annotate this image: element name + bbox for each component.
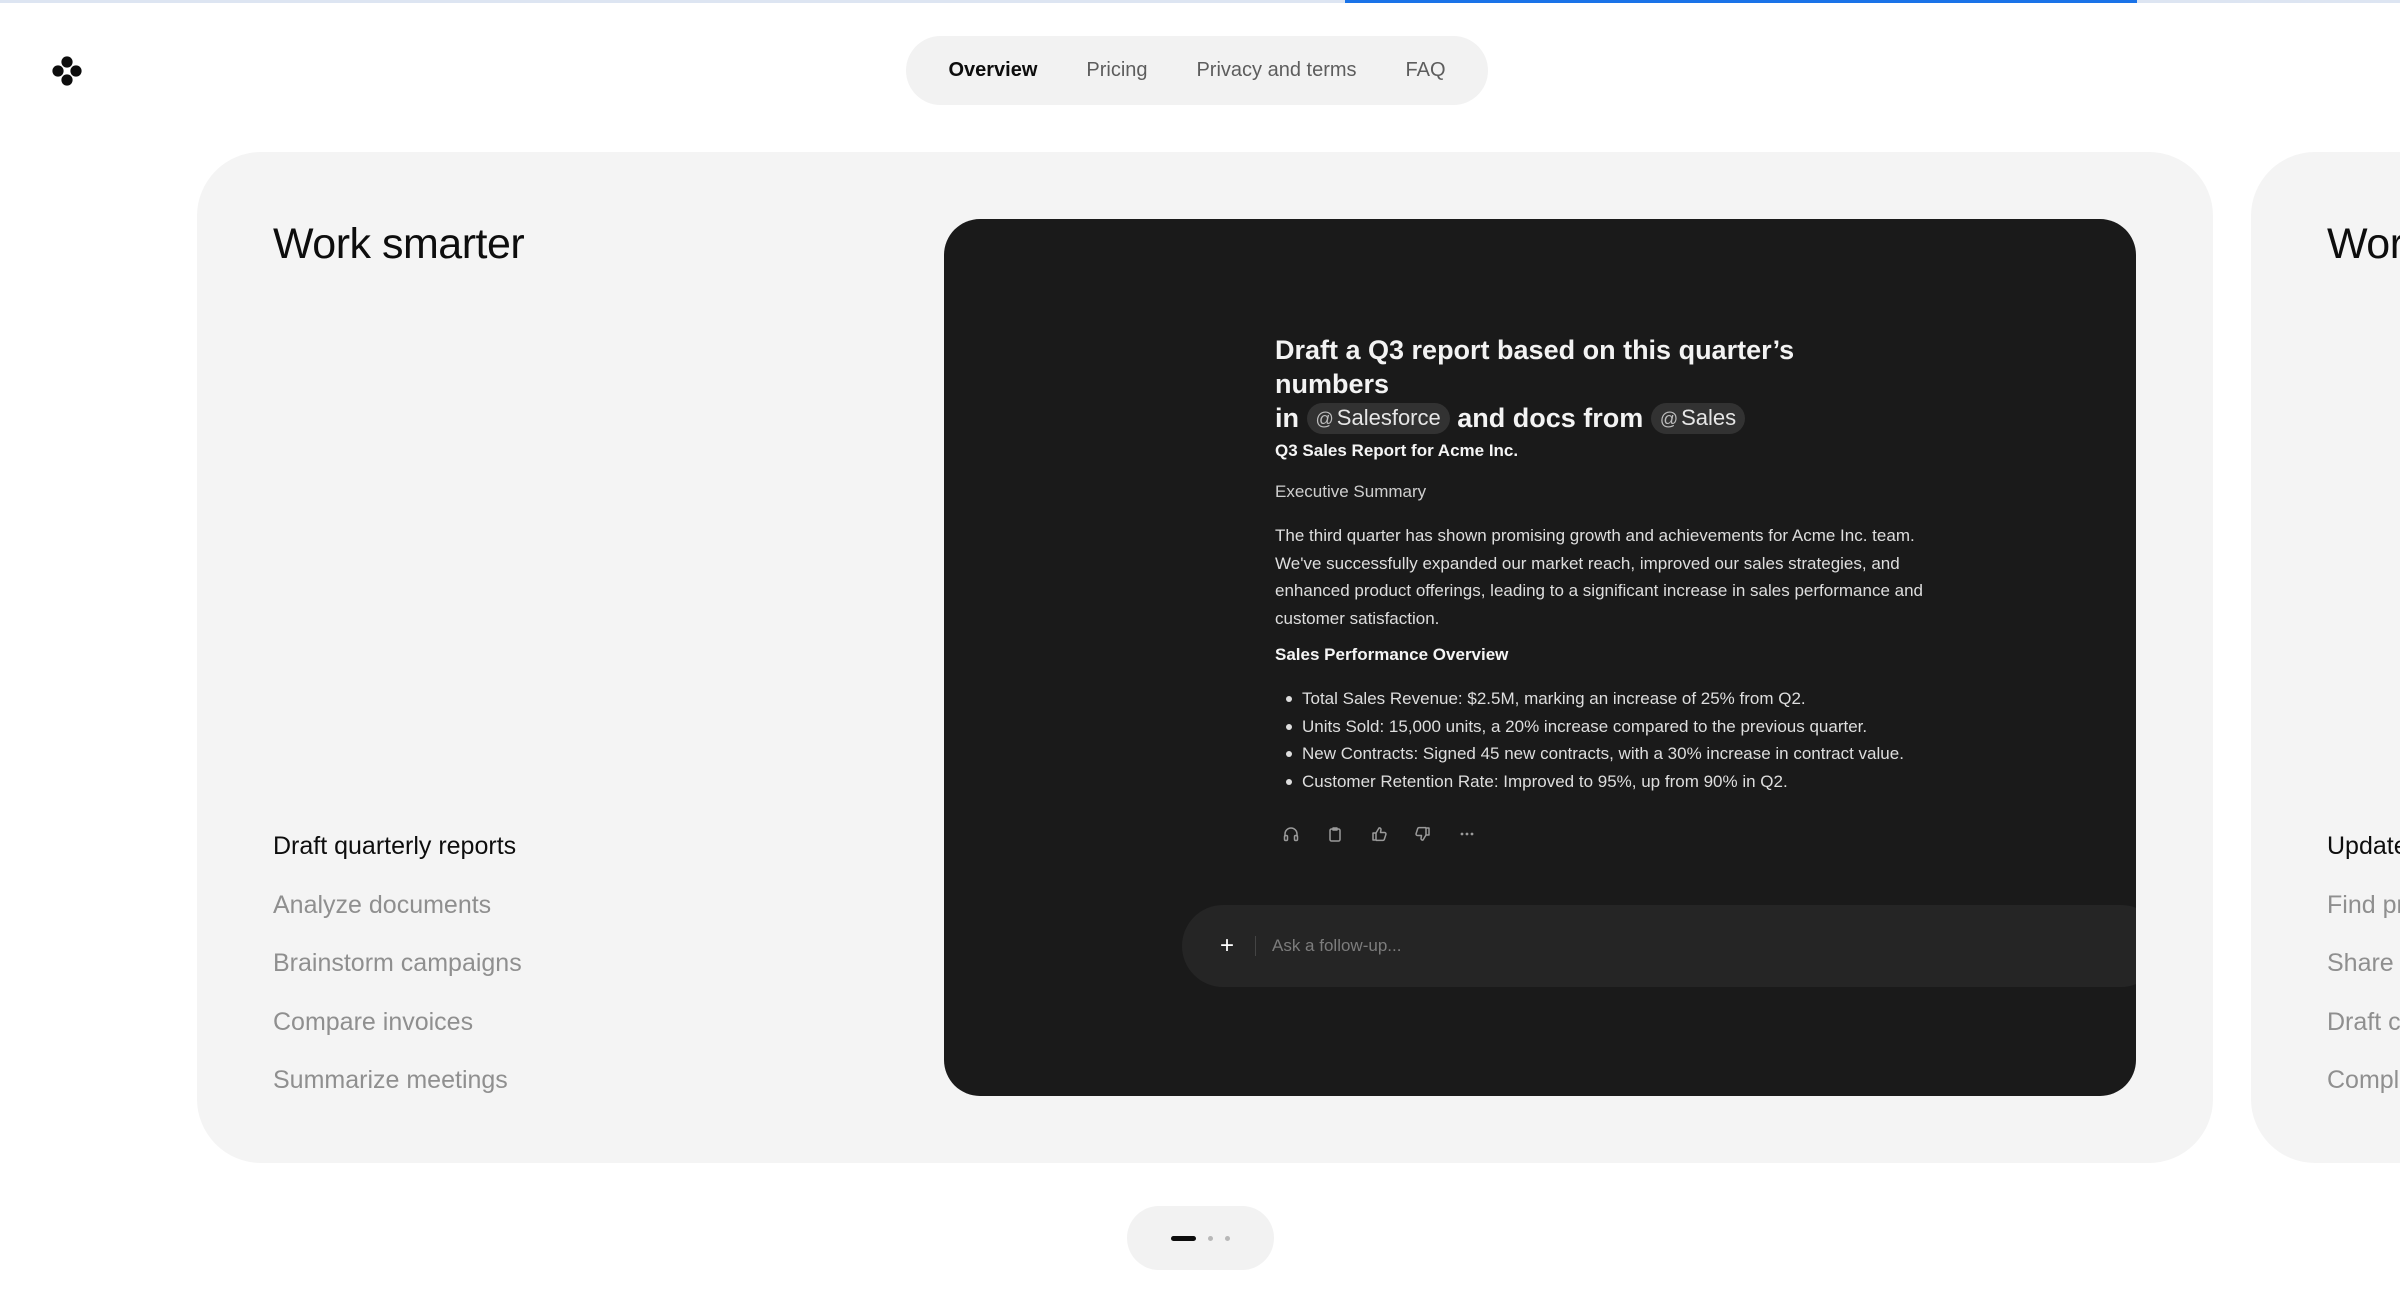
list-item: Customer Retention Rate: Improved to 95%…	[1275, 768, 1955, 796]
demo-panel: Draft a Q3 report based on this quarter’…	[944, 219, 2136, 1096]
mention-label: Sales	[1681, 405, 1737, 430]
mention-chip-salesforce[interactable]: @ Salesforce	[1306, 403, 1450, 434]
list-item: New Contracts: Signed 45 new contracts, …	[1275, 740, 1955, 768]
at-icon: @	[1659, 409, 1679, 429]
use-case-item[interactable]: Find pr	[2327, 888, 2400, 947]
prompt-text: Draft a Q3 report based on this quarter’…	[1275, 335, 1795, 399]
pager-dot[interactable]	[1208, 1235, 1213, 1241]
at-icon: @	[1315, 409, 1334, 429]
response-actions	[1275, 818, 1483, 850]
nav-item-privacy-and-terms[interactable]: Privacy and terms	[1188, 59, 1364, 82]
carousel-pager	[1127, 1206, 1274, 1270]
headphones-icon[interactable]	[1275, 818, 1307, 850]
thumbs-up-icon[interactable]	[1363, 818, 1395, 850]
next-feature-card[interactable]: Work smarter Update Find pr Share Draft …	[2251, 152, 2400, 1163]
response-title: Q3 Sales Report for Acme Inc.	[1275, 441, 1519, 460]
mention-chip-sales[interactable]: @ Sales	[1650, 403, 1746, 434]
pager-dot[interactable]	[1171, 1235, 1196, 1241]
prompt-text: in	[1275, 403, 1299, 433]
response-subtitle: Executive Summary	[1275, 482, 1427, 501]
thumbs-down-icon[interactable]	[1407, 818, 1439, 850]
divider	[1255, 936, 1256, 956]
use-case-item[interactable]: Draft quarterly reports	[273, 829, 522, 888]
more-icon[interactable]	[1451, 818, 1483, 850]
use-case-list: Draft quarterly reports Analyze document…	[273, 829, 522, 1122]
card-title: Work smarter	[273, 220, 525, 268]
list-item: Units Sold: 15,000 units, a 20% increase…	[1275, 713, 1955, 741]
progress-fill	[1345, 0, 2137, 3]
use-case-item[interactable]: Compare invoices	[273, 1005, 522, 1064]
page: Overview Pricing Privacy and terms FAQ W…	[0, 0, 2400, 1315]
use-case-item[interactable]: Compl	[2327, 1063, 2400, 1122]
response-body: The third quarter has shown promising gr…	[1275, 526, 1923, 628]
top-nav: Overview Pricing Privacy and terms FAQ	[906, 36, 1488, 105]
user-prompt: Draft a Q3 report based on this quarter’…	[1275, 333, 1895, 435]
use-case-item[interactable]: Analyze documents	[273, 888, 522, 947]
prompt-text: and docs from	[1457, 403, 1644, 433]
use-case-item[interactable]: Share	[2327, 946, 2400, 1005]
nav-item-overview[interactable]: Overview	[940, 59, 1045, 82]
use-case-item[interactable]: Summarize meetings	[273, 1063, 522, 1122]
four-dot-logo-icon[interactable]	[50, 54, 84, 88]
card-title: Work smarter	[2327, 220, 2400, 268]
progress-track	[0, 0, 2400, 3]
copy-icon[interactable]	[1319, 818, 1351, 850]
pager-dot[interactable]	[1225, 1235, 1230, 1241]
follow-up-input[interactable]	[1272, 929, 1872, 963]
response-bullet-list: Total Sales Revenue: $2.5M, marking an i…	[1275, 685, 1955, 795]
feature-card: Work smarter Draft quarterly reports Ana…	[197, 152, 2213, 1163]
nav-item-faq[interactable]: FAQ	[1397, 59, 1453, 82]
list-item: Total Sales Revenue: $2.5M, marking an i…	[1275, 685, 1955, 713]
response-section-heading: Sales Performance Overview	[1275, 645, 1509, 664]
follow-up-bar: +	[1182, 905, 2136, 987]
use-case-item[interactable]: Update	[2327, 829, 2400, 888]
use-case-list: Update Find pr Share Draft c Compl	[2327, 829, 2400, 1122]
mention-label: Salesforce	[1336, 405, 1441, 430]
use-case-item[interactable]: Brainstorm campaigns	[273, 946, 522, 1005]
nav-item-pricing[interactable]: Pricing	[1078, 59, 1155, 82]
plus-button[interactable]: +	[1212, 931, 1242, 961]
use-case-item[interactable]: Draft c	[2327, 1005, 2400, 1064]
